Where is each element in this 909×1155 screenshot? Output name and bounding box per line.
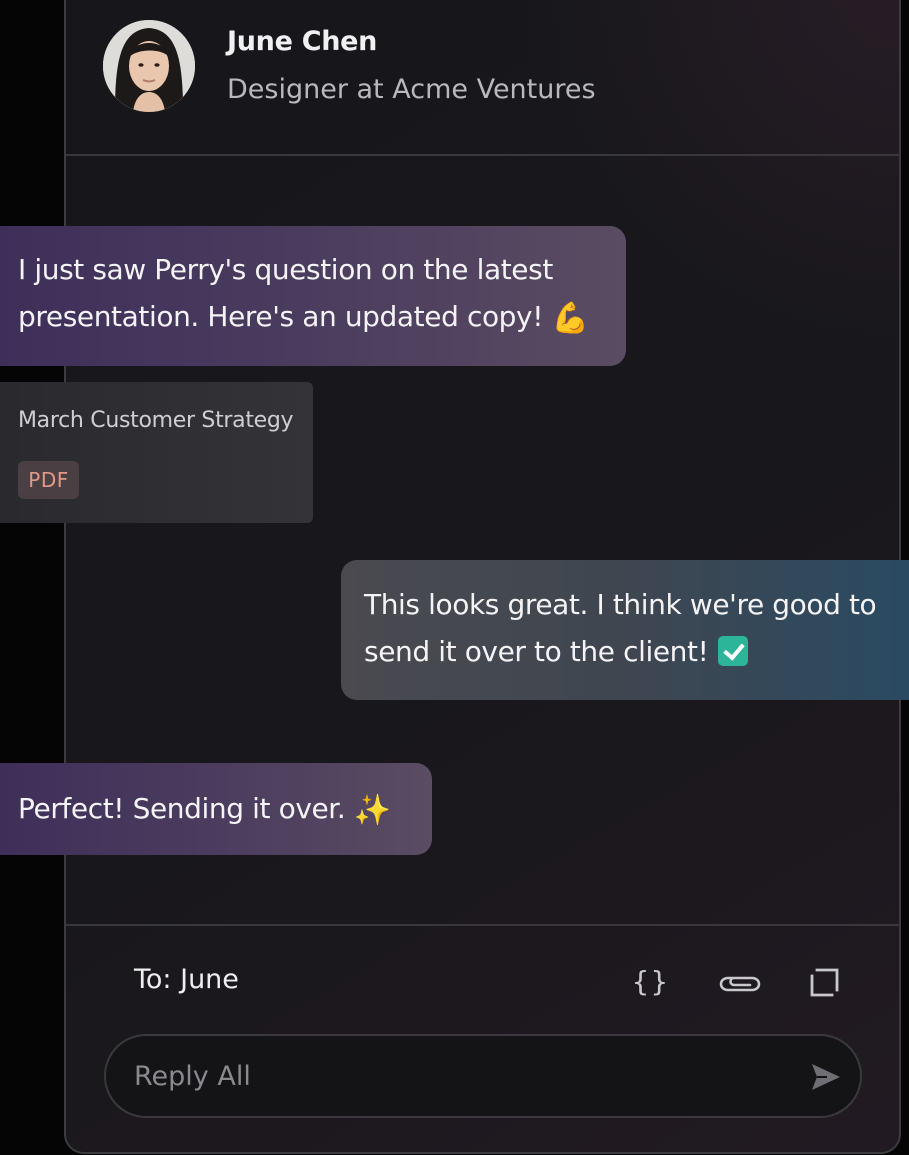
expand-icon[interactable] [806, 964, 842, 1000]
send-icon[interactable] [809, 1061, 843, 1093]
check-mark-button-icon [718, 636, 749, 666]
message-line: Perfect! Sending it over. ✨ [18, 792, 391, 828]
recipient-label[interactable]: To: June [134, 964, 239, 995]
paperclip-icon[interactable] [718, 964, 762, 1000]
message-bubble-incoming[interactable]: I just saw Perry's question on the lates… [0, 226, 626, 366]
sparkles-emoji: ✨ [353, 793, 391, 828]
message-bubble-incoming[interactable]: Perfect! Sending it over. ✨ [0, 763, 432, 855]
file-type-badge: PDF [18, 461, 79, 499]
composer-divider [66, 924, 901, 926]
attachment-title: March Customer Strategy [18, 408, 294, 433]
message-bubble-outgoing[interactable]: This looks great. I think we're good to … [341, 560, 909, 700]
pdf-attachment[interactable] [0, 382, 313, 523]
message-line: presentation. Here's an updated copy! 💪 [18, 300, 589, 336]
message-line: I just saw Perry's question on the lates… [18, 253, 553, 286]
message-line: send it over to the client! [364, 628, 909, 675]
avatar[interactable] [103, 20, 195, 112]
code-braces-icon[interactable]: {} [632, 964, 678, 1000]
contact-name: June Chen [227, 26, 378, 57]
reply-box[interactable] [104, 1034, 862, 1118]
chat-window: June Chen Designer at Acme Ventures I ju… [0, 0, 909, 1155]
avatar-photo [103, 20, 195, 112]
flexed-biceps-emoji: 💪 [551, 301, 589, 336]
message-line: This looks great. I think we're good to [364, 588, 877, 621]
contact-role: Designer at Acme Ventures [227, 74, 596, 105]
header-divider [66, 154, 901, 156]
reply-input[interactable] [134, 1054, 774, 1098]
